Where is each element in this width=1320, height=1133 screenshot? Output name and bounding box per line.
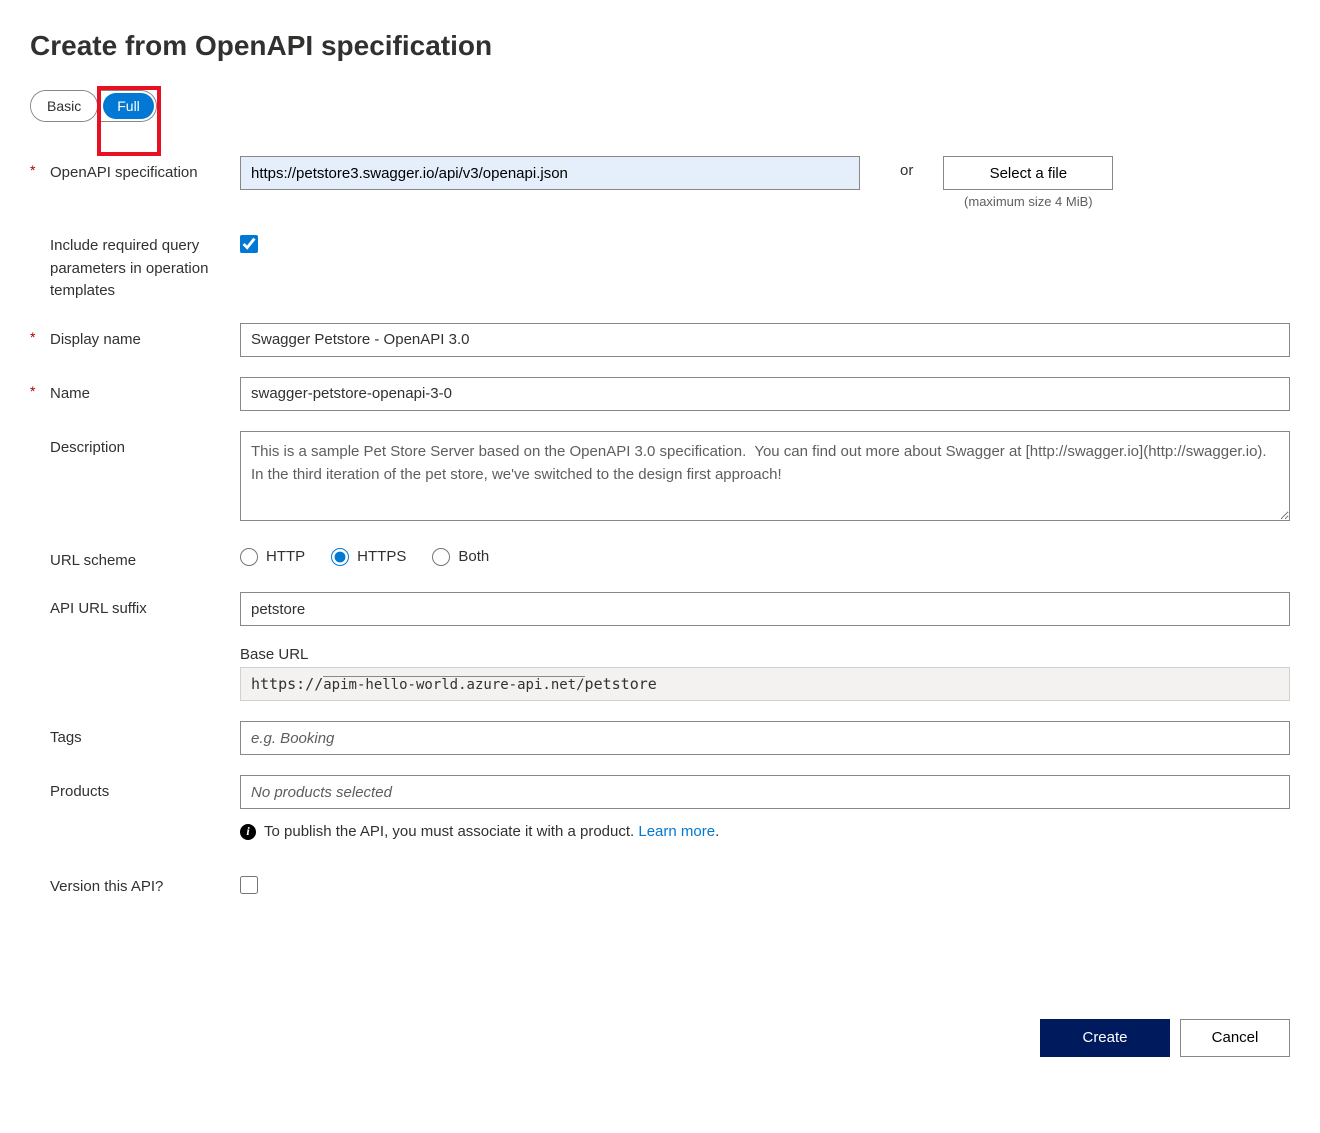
api-url-suffix-input[interactable] — [240, 592, 1290, 626]
learn-more-link[interactable]: Learn more — [638, 823, 715, 840]
version-api-checkbox[interactable] — [240, 876, 258, 894]
full-toggle-highlight: Full — [97, 86, 161, 156]
basic-toggle-button[interactable]: Basic — [31, 91, 97, 121]
base-url-readonly: https://apim-hello-world.azure-api.net/p… — [240, 667, 1290, 701]
or-text: or — [900, 156, 913, 179]
select-file-button[interactable]: Select a file — [943, 156, 1113, 190]
name-label: Name — [50, 377, 240, 406]
include-query-label: Include required query parameters in ope… — [50, 229, 240, 303]
openapi-spec-input[interactable] — [240, 156, 860, 190]
url-scheme-https[interactable]: HTTPS — [331, 548, 406, 566]
required-marker: * — [30, 323, 50, 345]
base-url-label: Base URL — [240, 646, 1290, 663]
page-title: Create from OpenAPI specification — [30, 30, 1290, 62]
cancel-button[interactable]: Cancel — [1180, 1019, 1290, 1057]
tags-input[interactable] — [240, 721, 1290, 755]
products-input[interactable] — [240, 775, 1290, 809]
url-scheme-label: URL scheme — [50, 544, 240, 573]
https-radio[interactable] — [331, 548, 349, 566]
api-url-suffix-label: API URL suffix — [50, 592, 240, 621]
url-scheme-both[interactable]: Both — [432, 548, 489, 566]
version-api-label: Version this API? — [50, 870, 240, 899]
description-label: Description — [50, 431, 240, 460]
url-scheme-http[interactable]: HTTP — [240, 548, 305, 566]
max-size-hint: (maximum size 4 MiB) — [943, 194, 1113, 209]
products-hint-text: To publish the API, you must associate i… — [264, 823, 638, 840]
display-name-label: Display name — [50, 323, 240, 352]
http-radio[interactable] — [240, 548, 258, 566]
info-icon: i — [240, 824, 256, 840]
create-button[interactable]: Create — [1040, 1019, 1170, 1057]
openapi-spec-label: OpenAPI specification — [50, 156, 240, 185]
view-toggle: Basic — [30, 90, 98, 122]
required-marker: * — [30, 156, 50, 178]
name-input[interactable] — [240, 377, 1290, 411]
products-label: Products — [50, 775, 240, 804]
tags-label: Tags — [50, 721, 240, 750]
required-marker: * — [30, 377, 50, 399]
both-radio[interactable] — [432, 548, 450, 566]
description-textarea[interactable]: This is a sample Pet Store Server based … — [240, 431, 1290, 521]
full-toggle-button[interactable]: Full — [103, 93, 154, 119]
display-name-input[interactable] — [240, 323, 1290, 357]
include-query-checkbox[interactable] — [240, 235, 258, 253]
